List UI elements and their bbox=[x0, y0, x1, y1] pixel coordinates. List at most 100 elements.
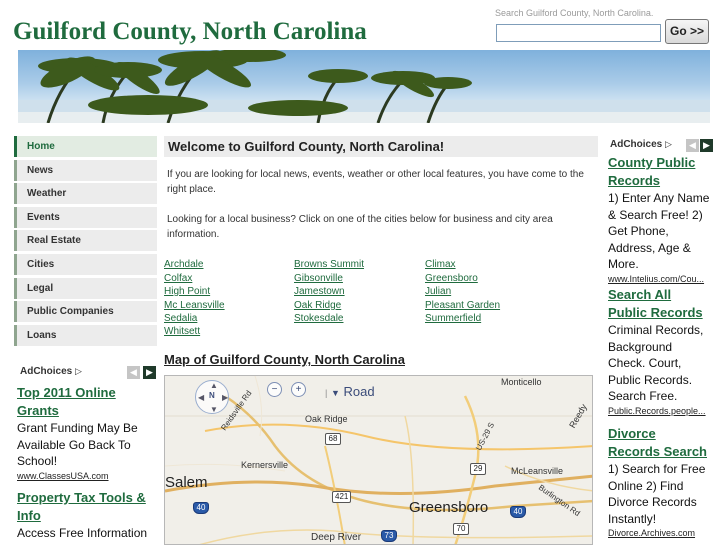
ad-url[interactable]: www.ClassesUSA.com bbox=[17, 470, 157, 483]
ad-text: School! bbox=[17, 454, 58, 468]
city-link-whitsett[interactable]: Whitsett bbox=[164, 326, 200, 337]
left-adchoices-label[interactable]: AdChoices ▷ bbox=[20, 366, 82, 377]
pan-up-icon[interactable]: ▲ bbox=[210, 381, 218, 390]
pan-left-icon[interactable]: ◀ bbox=[198, 393, 204, 402]
nav-item-weather[interactable]: Weather bbox=[14, 183, 157, 205]
welcome-heading: Welcome to Guilford County, North Caroli… bbox=[164, 136, 598, 157]
left-ad-1: Top 2011 Online Grants Grant Funding May… bbox=[17, 384, 157, 483]
ad-text: 1) Enter Any Name bbox=[608, 191, 710, 205]
nav-item-loans[interactable]: Loans bbox=[14, 324, 157, 346]
map-type-selector[interactable]: | ▼ Road bbox=[325, 384, 375, 399]
ad-text: Available Go Back To bbox=[17, 437, 131, 452]
ad-text: Instantly! bbox=[608, 511, 657, 526]
ad-text: Background bbox=[608, 339, 673, 354]
right-adchoices-label[interactable]: AdChoices ▷ bbox=[610, 139, 672, 150]
ad-title[interactable]: Records bbox=[608, 172, 720, 190]
pan-right-icon[interactable]: ▶ bbox=[222, 393, 228, 402]
city-link-oak-ridge[interactable]: Oak Ridge bbox=[294, 300, 341, 311]
ad-text: 1) Search for Free bbox=[608, 462, 706, 476]
right-ad-3: Divorce Records Search 1) Search for Fre… bbox=[608, 425, 720, 540]
ad-text: Access Free Information bbox=[17, 526, 148, 540]
ad-title[interactable]: Top 2011 Online bbox=[17, 384, 157, 402]
city-link-sedalia[interactable]: Sedalia bbox=[164, 313, 197, 324]
city-link-jamestown[interactable]: Jamestown bbox=[294, 286, 345, 297]
nav-item-events[interactable]: Events bbox=[14, 206, 157, 228]
adchoices-text: AdChoices bbox=[610, 139, 663, 150]
search-go-button[interactable]: Go >> bbox=[665, 19, 709, 44]
ad-title[interactable]: Property Tax Tools & bbox=[17, 489, 157, 507]
chevron-down-icon: ▼ bbox=[330, 388, 340, 398]
nav-item-news[interactable]: News bbox=[14, 159, 157, 181]
right-ad-prev-icon[interactable]: ◀ bbox=[686, 139, 699, 152]
pan-down-icon[interactable]: ▼ bbox=[210, 405, 218, 414]
search-label: Search Guilford County, North Carolina. bbox=[495, 8, 654, 18]
ad-title[interactable]: Grants bbox=[17, 402, 157, 420]
ad-text: Criminal Records, bbox=[608, 323, 704, 337]
ad-text: & Search Free! 2) bbox=[608, 207, 703, 222]
adchoices-icon: ▷ bbox=[75, 366, 82, 376]
map-label-kernersville: Kernersville bbox=[241, 460, 289, 470]
nav-item-home[interactable]: Home bbox=[14, 136, 157, 157]
interstate-shield: 40 bbox=[193, 502, 209, 514]
ad-text: Public Records. bbox=[608, 372, 693, 387]
right-ad-2: Search All Public Records Criminal Recor… bbox=[608, 286, 720, 418]
route-shield: 29 bbox=[470, 463, 486, 475]
map-label-mcleansville: McLeansville bbox=[511, 466, 564, 476]
ad-title[interactable]: Search All bbox=[608, 286, 720, 304]
city-link-mc-leansville[interactable]: Mc Leansville bbox=[164, 300, 225, 311]
zoom-in-icon[interactable]: + bbox=[291, 382, 306, 397]
nav-item-legal[interactable]: Legal bbox=[14, 277, 157, 299]
search-input[interactable] bbox=[496, 24, 661, 42]
county-map[interactable]: N ▲ ▼ ◀ ▶ − + | ▼ Road Monticello Oak Ri… bbox=[164, 375, 593, 545]
city-link-julian[interactable]: Julian bbox=[425, 286, 451, 297]
right-ad-next-icon[interactable]: ▶ bbox=[700, 139, 713, 152]
nav-item-real-estate[interactable]: Real Estate bbox=[14, 230, 157, 252]
zoom-out-icon[interactable]: − bbox=[267, 382, 282, 397]
map-label-monticello: Monticello bbox=[501, 377, 542, 387]
left-ad-prev-icon[interactable]: ◀ bbox=[127, 366, 140, 379]
route-shield: 68 bbox=[325, 433, 341, 445]
city-link-high-point[interactable]: High Point bbox=[164, 286, 210, 297]
intro-paragraph: Looking for a local business? Click on o… bbox=[167, 214, 553, 240]
nav-item-cities[interactable]: Cities bbox=[14, 253, 157, 275]
ad-text: Search Free. bbox=[608, 389, 678, 403]
interstate-shield: 40 bbox=[510, 506, 526, 518]
ad-title[interactable]: County Public bbox=[608, 154, 720, 172]
map-label-deep-river: Deep River bbox=[311, 532, 362, 543]
city-link-archdale[interactable]: Archdale bbox=[164, 259, 203, 270]
route-shield: 70 bbox=[453, 523, 469, 535]
map-label-greensboro: Greensboro bbox=[409, 499, 489, 516]
ad-url[interactable]: www.Intelius.com/Cou... bbox=[608, 273, 720, 286]
nav-item-public-companies[interactable]: Public Companies bbox=[14, 301, 157, 323]
left-ad-next-icon[interactable]: ▶ bbox=[143, 366, 156, 379]
city-link-greensboro[interactable]: Greensboro bbox=[425, 273, 478, 284]
city-link-summerfield[interactable]: Summerfield bbox=[425, 313, 481, 324]
city-link-pleasant-garden[interactable]: Pleasant Garden bbox=[425, 300, 500, 311]
map-label-salem: Salem bbox=[165, 474, 208, 491]
ad-text: Address, Age & bbox=[608, 240, 691, 255]
ad-text: Check. Court, bbox=[608, 356, 682, 370]
divider-icon: | bbox=[325, 388, 328, 398]
route-shield: 421 bbox=[332, 491, 352, 503]
ad-text: Grant Funding May Be bbox=[17, 421, 138, 435]
map-label-oak-ridge: Oak Ridge bbox=[305, 414, 348, 424]
header-banner-image bbox=[18, 50, 710, 123]
map-type-label: Road bbox=[343, 384, 375, 399]
city-link-gibsonville[interactable]: Gibsonville bbox=[294, 273, 343, 284]
interstate-shield: 73 bbox=[381, 530, 397, 542]
ad-title[interactable]: Info bbox=[17, 507, 157, 525]
ad-text: More. bbox=[608, 257, 639, 271]
map-heading: Map of Guilford County, North Carolina bbox=[164, 352, 405, 367]
city-link-colfax[interactable]: Colfax bbox=[164, 273, 192, 284]
ad-url[interactable]: Public.Records.people... bbox=[608, 405, 720, 418]
city-link-browns-summit[interactable]: Browns Summit bbox=[294, 259, 364, 270]
ad-title[interactable]: Public Records bbox=[608, 304, 720, 322]
right-ad-1: County Public Records 1) Enter Any Name … bbox=[608, 154, 720, 286]
city-link-stokesdale[interactable]: Stokesdale bbox=[294, 313, 343, 324]
ad-url[interactable]: Divorce.Archives.com bbox=[608, 527, 720, 540]
ad-title[interactable]: Divorce bbox=[608, 425, 720, 443]
city-link-climax[interactable]: Climax bbox=[425, 259, 456, 270]
map-pan-control[interactable]: N ▲ ▼ ◀ ▶ bbox=[195, 380, 229, 414]
ad-title[interactable]: Records Search bbox=[608, 443, 720, 461]
site-title: Guilford County, North Carolina bbox=[13, 18, 367, 45]
